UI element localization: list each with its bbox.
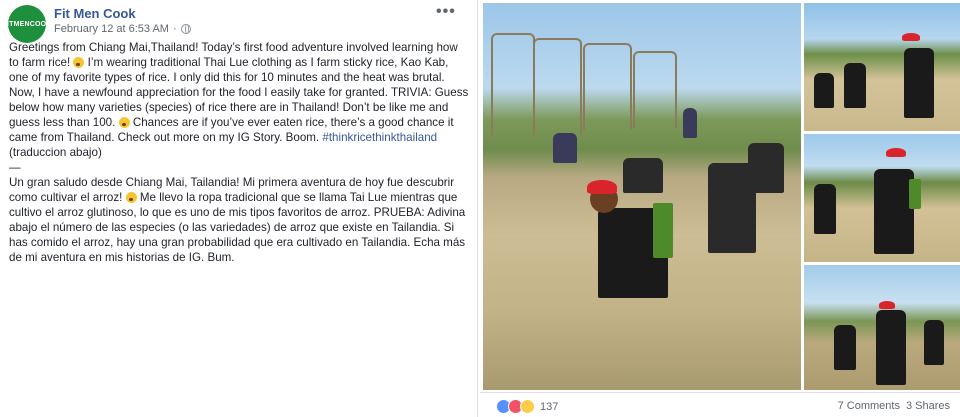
rice-seedlings: [909, 179, 921, 209]
rice-seedlings: [653, 203, 673, 258]
farmer-figure: [748, 143, 784, 193]
red-hat: [587, 180, 617, 194]
translation-note: (traduccion abajo): [9, 146, 102, 159]
farmer-figure: [904, 48, 934, 118]
facebook-post: FITMENCOOK Fit Men Cook February 12 at 6…: [0, 0, 960, 417]
bamboo-arch: [583, 43, 632, 130]
farmer-figure: [623, 158, 663, 193]
wow-icon: [520, 399, 535, 414]
fearful-emoji-icon: [118, 117, 130, 128]
farmer-figure: [814, 184, 836, 234]
farmer-figure: [924, 320, 944, 365]
divider-text: —: [9, 161, 21, 174]
post-body: Greetings from Chiang Mai,Thailand! Toda…: [9, 40, 469, 265]
photo-collage: [480, 0, 960, 390]
globe-icon[interactable]: [180, 24, 191, 34]
farmer-figure: [834, 325, 856, 370]
thumbnail-photo-1[interactable]: [804, 3, 960, 131]
body-spanish: Un gran saludo desde Chiang Mai, Tailand…: [9, 175, 469, 265]
hashtag-link[interactable]: #thinkricethinkthailand: [322, 131, 437, 144]
surprised-emoji-icon: [73, 57, 85, 68]
bamboo-arch: [633, 51, 677, 128]
page-name[interactable]: Fit Men Cook: [54, 6, 136, 21]
farmer-figure: [844, 63, 866, 108]
main-photo[interactable]: [483, 3, 801, 390]
surprised-emoji-icon: [125, 192, 137, 203]
body-english: Greetings from Chiang Mai,Thailand! Toda…: [9, 40, 469, 160]
bamboo-arch: [533, 38, 582, 135]
farmer-figure: [876, 310, 906, 385]
reactions-summary[interactable]: 137: [496, 399, 558, 414]
comments-link[interactable]: 7 Comments: [838, 400, 900, 412]
more-options-icon[interactable]: •••: [436, 3, 456, 21]
farmer-figure: [814, 73, 834, 108]
red-hat: [879, 301, 895, 309]
reaction-count: 137: [540, 400, 559, 413]
avatar-logo-text: FITMENCOOK: [2, 20, 52, 28]
farmer-figure: [874, 169, 914, 254]
post-meta: February 12 at 6:53 AM ·: [54, 23, 191, 35]
farmer-figure: [683, 108, 697, 138]
red-hat: [902, 33, 920, 41]
bamboo-arch: [491, 33, 535, 135]
shares-link[interactable]: 3 Shares: [906, 400, 950, 412]
red-hat: [886, 148, 906, 157]
avatar[interactable]: FITMENCOOK: [2, 5, 51, 43]
thumbnail-photo-2[interactable]: [804, 134, 960, 262]
thumbnail-photo-3[interactable]: [804, 265, 960, 390]
post-stats: 7 Comments 3 Shares: [838, 400, 950, 412]
post-text-panel: FITMENCOOK Fit Men Cook February 12 at 6…: [0, 0, 478, 417]
dot-separator: ·: [172, 23, 177, 35]
timestamp[interactable]: February 12 at 6:53 AM: [54, 23, 169, 35]
farmer-figure: [553, 133, 577, 163]
post-footer: 137 7 Comments 3 Shares: [480, 392, 960, 417]
